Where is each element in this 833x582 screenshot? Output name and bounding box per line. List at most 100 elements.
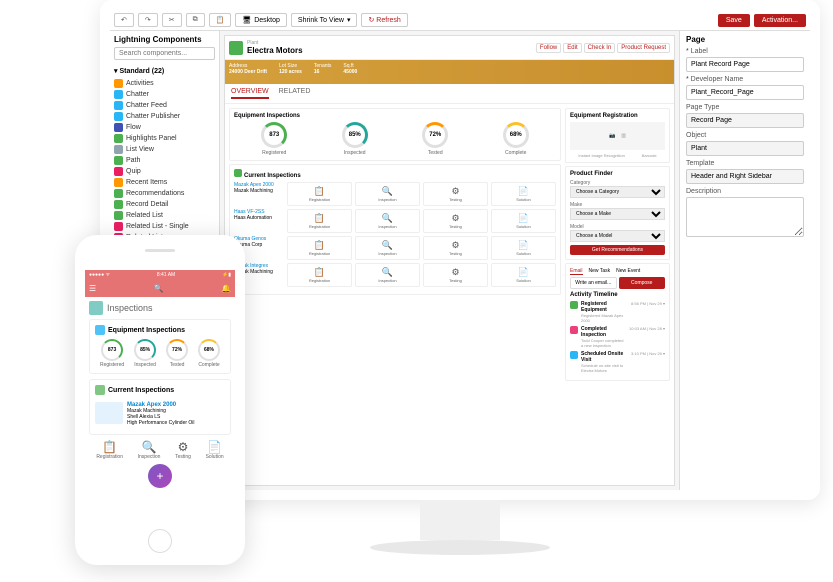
component-item[interactable]: Activities [114,78,215,89]
component-item[interactable]: Path [114,155,215,166]
devname-input[interactable] [686,85,804,100]
equipment-image [95,402,123,424]
fab-button[interactable]: + [148,464,172,488]
recommendations-button[interactable]: Get Recommendations [570,245,665,255]
search-icon[interactable]: 🔍 [154,284,164,293]
component-item[interactable]: Chatter Feed [114,100,215,111]
action-card[interactable]: 📋Registration [287,263,352,287]
bell-icon[interactable]: 🔔 [221,284,231,293]
pagetype-field [686,113,804,128]
action-card[interactable]: 🔍Inspection [355,209,420,233]
phone-current-inspections-card: Current Inspections Mazak Apex 2000 Maza… [89,379,231,435]
menu-icon[interactable]: ☰ [89,284,96,293]
header-action[interactable]: Edit [563,43,581,53]
model-select[interactable]: Choose a Model [570,230,665,242]
tab-newevent[interactable]: New Event [616,268,640,275]
tab-overview[interactable]: OVERVIEW [231,88,269,99]
category-select[interactable]: Choose a Category [570,186,665,198]
barcode-icon: ▥ [621,133,626,139]
redo-button[interactable]: ↷ [138,13,158,27]
action-card[interactable]: 🔍Inspection [355,263,420,287]
tab-related[interactable]: RELATED [279,88,311,99]
activation-button[interactable]: Activation... [754,14,806,27]
equipment-registration-card: Equipment Registration 📷 ▥ Instant Image… [565,108,670,163]
description-input[interactable] [686,197,804,237]
component-item[interactable]: Recommendations [114,188,215,199]
donut-chart: 68% [503,122,529,148]
action-card[interactable]: 📋Registration [287,236,352,260]
phone-equipment-card: Equipment Inspections 873Registered85%In… [89,319,231,374]
standard-accordion[interactable]: ▾ Standard (22) [114,67,215,75]
phone-action-item[interactable]: ⚙Testing [175,440,191,460]
equipment-inspections-card: Equipment Inspections 873Registered85%In… [229,108,561,161]
component-item[interactable]: Quip [114,166,215,177]
refresh-button[interactable]: ↻ Refresh [361,13,407,27]
component-item[interactable]: Flow [114,122,215,133]
action-card[interactable]: ⚙Testing [423,236,488,260]
make-select[interactable]: Choose a Make [570,208,665,220]
header-action[interactable]: Check In [584,43,616,53]
save-button[interactable]: Save [718,14,750,27]
action-card[interactable]: 📄Solution [491,236,556,260]
copy-button[interactable]: ⧉ [186,13,205,27]
action-card[interactable]: ⚙Testing [423,182,488,206]
component-item[interactable]: Record Detail [114,199,215,210]
canvas-area: Plant Electra Motors FollowEditCheck InP… [220,31,680,490]
phone-header: ☰ 🔍 🔔 [85,280,235,297]
camera-icon: 📷 [609,133,615,139]
phone-inspection-item[interactable]: Mazak Apex 2000 Mazak Machining Shell Al… [95,399,225,429]
timeline-item[interactable]: Completed InspectionTodd Cooper complete… [570,326,665,348]
phone-action-item[interactable]: 📋Registration [96,440,123,460]
record-title: Electra Motors [247,46,303,55]
donut-chart: 873 [261,122,287,148]
activity-card: Email New Task New Event Write an email.… [565,263,670,381]
phone-action-item[interactable]: 🔍Inspection [138,440,161,460]
action-card[interactable]: 📄Solution [491,209,556,233]
phone-mockup: ●●●●● ᯤ8:41 AM⚡▮ ☰ 🔍 🔔 Inspections Equip… [75,235,245,565]
action-card[interactable]: 🔍Inspection [355,182,420,206]
top-toolbar: ↶ ↷ ✂ ⧉ 📋 🖥 Desktop Shrink To View ▾ ↻ R… [110,10,810,31]
record-icon [229,41,243,55]
component-item[interactable]: Chatter [114,89,215,100]
object-field [686,141,804,156]
component-item[interactable]: Highlights Panel [114,133,215,144]
cut-button[interactable]: ✂ [162,13,182,27]
timeline-item[interactable]: Registered EquipmentRegistered Mazak Ape… [570,301,665,323]
current-inspections-card: Current Inspections Mazak Apex 2000Mazak… [229,164,561,295]
zoom-select[interactable]: Shrink To View ▾ [291,13,358,27]
header-action[interactable]: Follow [536,43,561,53]
component-item[interactable]: List View [114,144,215,155]
compose-button[interactable]: Compose [619,277,666,289]
component-item[interactable]: Related List [114,210,215,221]
properties-panel: Page Label Developer Name Page Type Obje… [680,31,810,490]
inspections-icon [89,301,103,315]
action-card[interactable]: 📋Registration [287,182,352,206]
action-card[interactable]: 🔍Inspection [355,236,420,260]
action-card[interactable]: ⚙Testing [423,263,488,287]
record-page-preview: Plant Electra Motors FollowEditCheck InP… [224,35,675,486]
component-item[interactable]: Recent Items [114,177,215,188]
component-item[interactable]: Related List - Single [114,221,215,232]
tab-newtask[interactable]: New Task [589,268,611,275]
product-finder-card: Product Finder Category Choose a Categor… [565,166,670,260]
component-item[interactable]: Chatter Publisher [114,111,215,122]
donut-chart: 85% [342,122,368,148]
label-input[interactable] [686,57,804,72]
action-card[interactable]: 📋Registration [287,209,352,233]
tab-email[interactable]: Email [570,268,583,275]
action-card[interactable]: ⚙Testing [423,209,488,233]
header-action[interactable]: Product Request [617,43,670,53]
undo-button[interactable]: ↶ [114,13,134,27]
search-input[interactable] [114,47,215,60]
phone-status-bar: ●●●●● ᯤ8:41 AM⚡▮ [85,270,235,280]
donut-chart: 72% [422,122,448,148]
action-card[interactable]: 📄Solution [491,263,556,287]
phone-action-item[interactable]: 📄Solution [206,440,224,460]
device-select[interactable]: 🖥 Desktop [235,13,287,27]
template-field [686,169,804,184]
write-email-button[interactable]: Write an email... [570,277,617,289]
action-card[interactable]: 📄Solution [491,182,556,206]
panel-title: Lightning Components [114,35,215,44]
timeline-item[interactable]: Scheduled Onsite VisitSchedule on-site v… [570,351,665,373]
paste-button[interactable]: 📋 [209,13,232,27]
